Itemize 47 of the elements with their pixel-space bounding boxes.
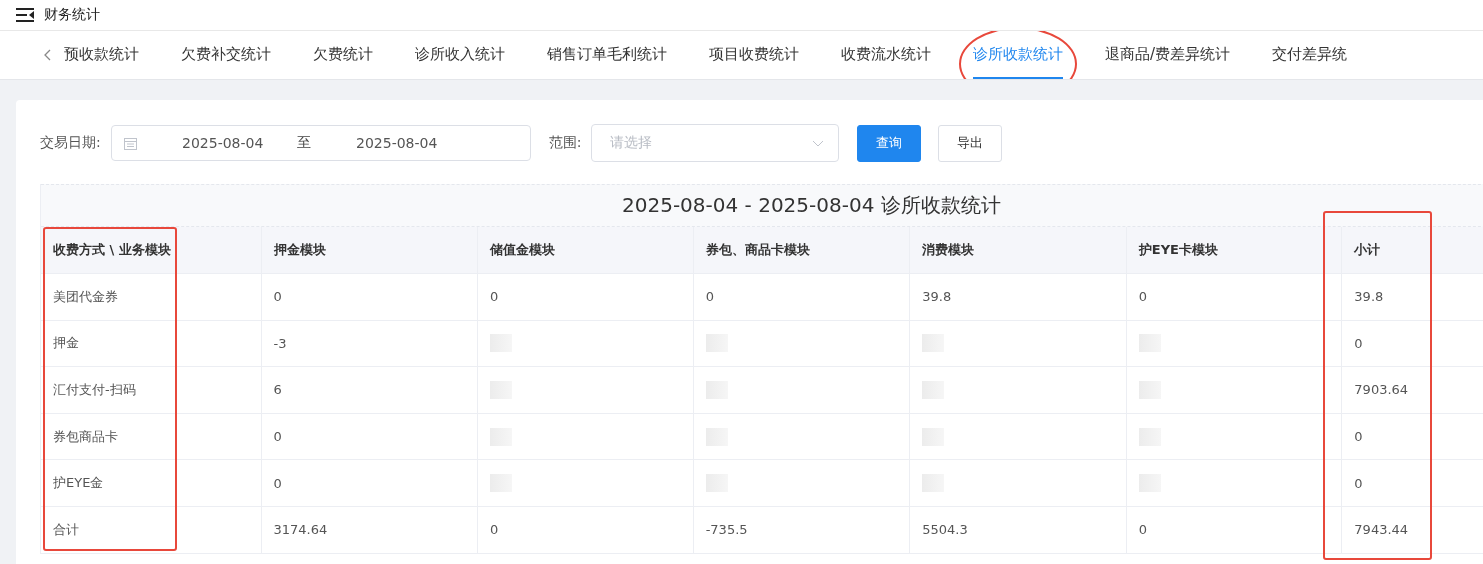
column-header: 护EYE卡模块 — [1126, 227, 1343, 274]
tab[interactable]: 诊所收入统计 — [415, 31, 505, 79]
menu-icon[interactable] — [16, 8, 34, 22]
range-label: 范围: — [548, 134, 582, 152]
table-cell: 0 — [693, 274, 911, 321]
table-cell: 美团代金券 — [41, 274, 262, 321]
table-cell: 6 — [261, 367, 479, 414]
table-cell: 押金 — [41, 320, 262, 368]
table-cell: 0 — [261, 413, 479, 461]
export-button[interactable]: 导出 — [938, 124, 1003, 162]
table-cell: 3174.64 — [261, 506, 479, 554]
date-range-field[interactable]: 2025-08-04 至 2025-08-04 — [110, 125, 531, 161]
table-cell: 39.8 — [910, 274, 1127, 321]
column-header: 储值金模块 — [478, 227, 694, 274]
column-header: 收费方式 \ 业务模块 — [41, 227, 262, 274]
tab[interactable]: 交付差异统 — [1272, 31, 1348, 79]
table-title: 2025-08-04 - 2025-08-04 诊所收款统计 — [622, 192, 1001, 219]
table-cell: 0 — [261, 274, 479, 321]
date-label: 交易日期: — [40, 134, 101, 152]
column-header: 小计 — [1342, 227, 1483, 274]
chevron-left-icon[interactable] — [44, 49, 52, 61]
tab[interactable]: 销售订单毛利统计 — [547, 31, 667, 79]
table-cell: 0 — [1126, 506, 1343, 554]
calendar-icon — [123, 136, 137, 150]
table-cell: 合计 — [41, 506, 262, 554]
table-cell: 护EYE金 — [41, 460, 262, 507]
query-button[interactable]: 查询 — [857, 124, 922, 162]
tab[interactable]: 退商品/费差异统计 — [1105, 31, 1231, 79]
tab[interactable]: 欠费补交统计 — [181, 31, 271, 79]
table-cell: 0 — [478, 274, 694, 321]
table-cell: -735.5 — [693, 506, 911, 554]
column-header: 券包、商品卡模块 — [693, 227, 911, 274]
table-cell: 汇付支付-扫码 — [41, 367, 262, 414]
table-cell: 0 — [1126, 274, 1343, 321]
table-cell: -3 — [261, 320, 479, 368]
tab[interactable]: 欠费统计 — [313, 31, 373, 79]
page-title: 财务统计 — [44, 6, 100, 24]
table-cell: 0 — [261, 460, 479, 507]
chevron-down-icon — [812, 139, 825, 147]
table-cell: 5504.3 — [910, 506, 1127, 554]
tab[interactable]: 项目收费统计 — [709, 31, 799, 79]
tab[interactable]: 预收款统计 — [64, 31, 139, 79]
table-cell: 0 — [478, 506, 694, 554]
column-header: 消费模块 — [910, 227, 1127, 274]
table-cell: 券包商品卡 — [41, 413, 262, 461]
column-header: 押金模块 — [261, 227, 479, 274]
tab[interactable]: 收费流水统计 — [841, 31, 931, 79]
